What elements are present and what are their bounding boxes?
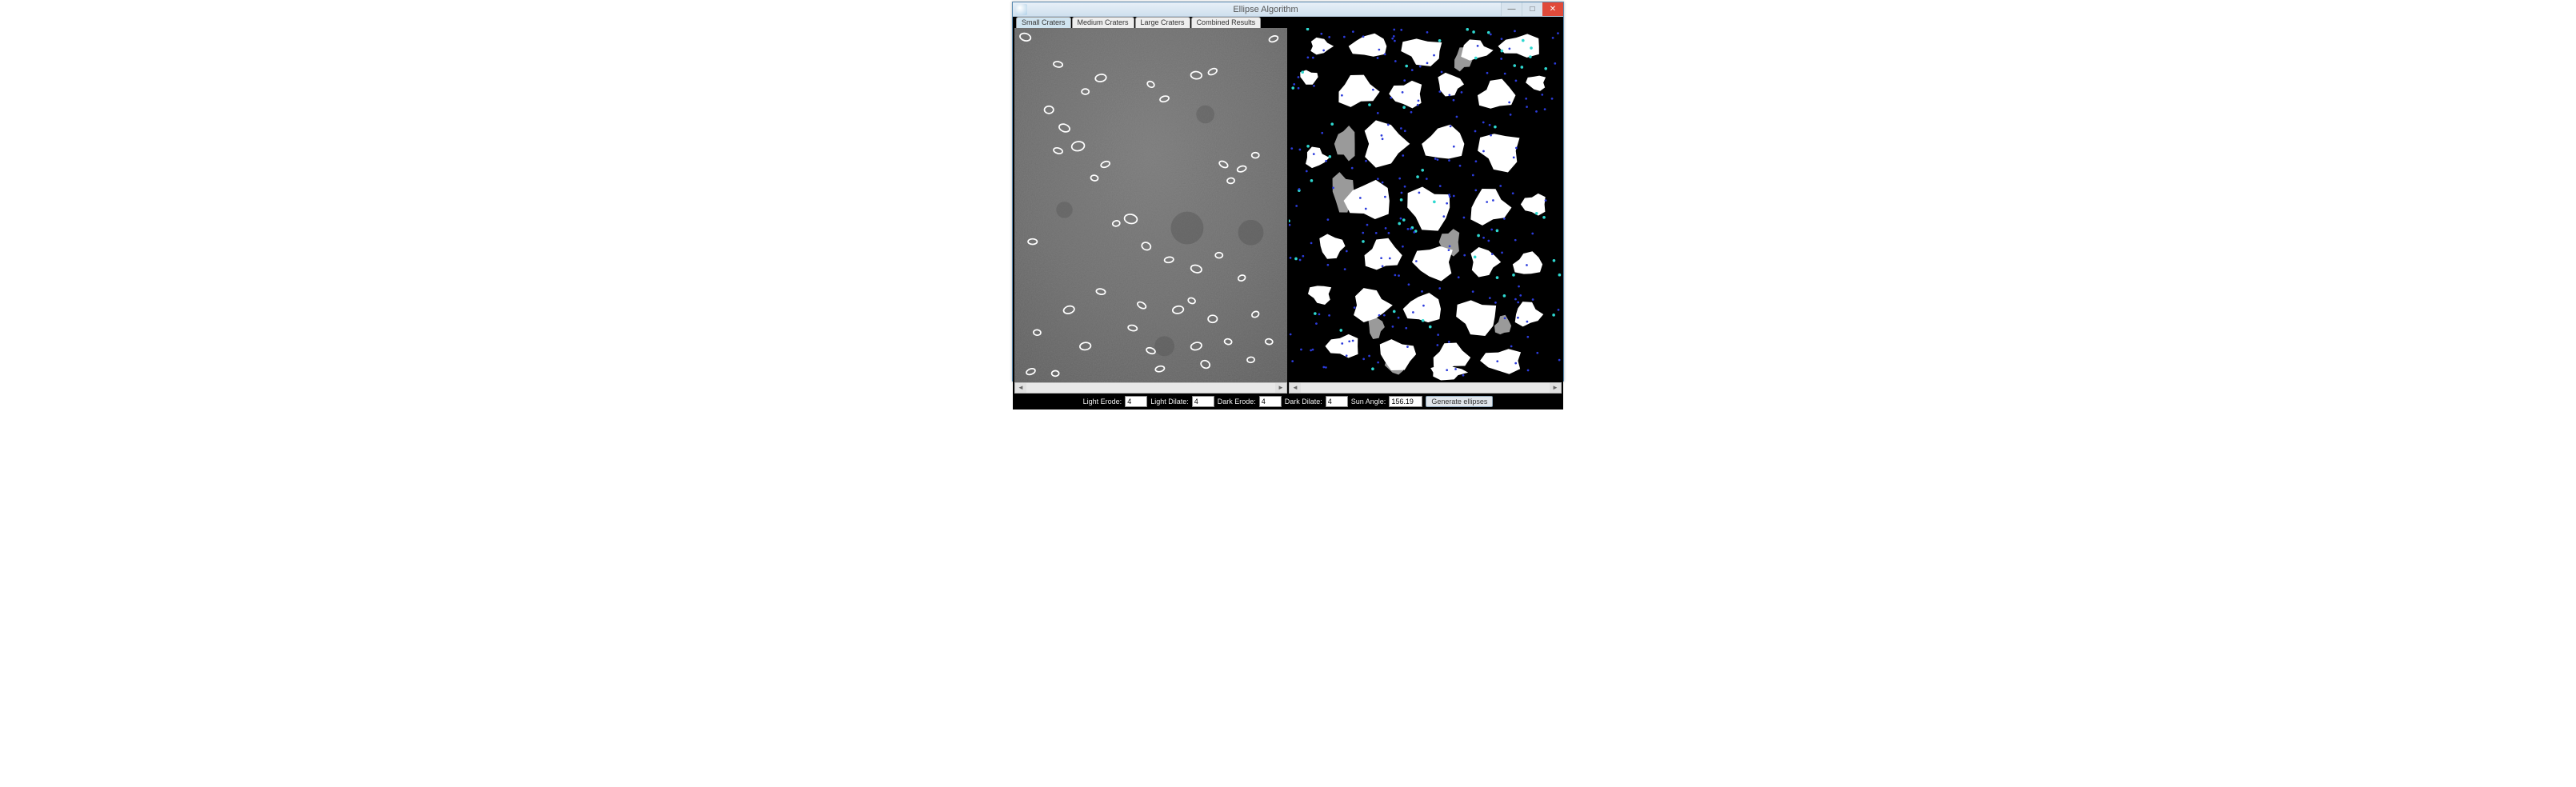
scroll-right-arrow-icon[interactable]: ►	[1275, 383, 1286, 393]
sun-angle-input[interactable]	[1389, 396, 1422, 407]
right-scrollbar[interactable]: ◄ ►	[1289, 382, 1562, 394]
tabs-row: Small Craters Medium Craters Large Crate…	[1013, 17, 1563, 28]
left-canvas	[1014, 28, 1287, 382]
maximize-button[interactable]: □	[1522, 2, 1542, 16]
app-icon	[1016, 4, 1027, 15]
left-panel: ◄ ►	[1014, 28, 1287, 394]
light-dilate-label: Light Dilate:	[1150, 397, 1189, 405]
scroll-left-arrow-icon[interactable]: ◄	[1015, 383, 1026, 393]
light-erode-input[interactable]	[1125, 396, 1147, 407]
right-canvas-wrap[interactable]	[1289, 28, 1562, 382]
left-scrollbar[interactable]: ◄ ►	[1014, 382, 1287, 394]
tab-large-craters[interactable]: Large Craters	[1135, 17, 1190, 28]
sun-angle-label: Sun Angle:	[1351, 397, 1386, 405]
minimize-button[interactable]: —	[1501, 2, 1522, 16]
tab-small-craters[interactable]: Small Craters	[1016, 17, 1071, 28]
dark-dilate-input[interactable]	[1326, 396, 1348, 407]
bottom-bar: Light Erode: Light Dilate: Dark Erode: D…	[1013, 394, 1563, 409]
dark-erode-label: Dark Erode:	[1218, 397, 1256, 405]
light-erode-label: Light Erode:	[1083, 397, 1122, 405]
generate-ellipses-button[interactable]: Generate ellipses	[1426, 396, 1493, 407]
title-bar: Ellipse Algorithm — □ ✕	[1013, 2, 1563, 17]
scroll-right-arrow-icon[interactable]: ►	[1550, 383, 1561, 393]
dark-dilate-label: Dark Dilate:	[1285, 397, 1322, 405]
tab-medium-craters[interactable]: Medium Craters	[1072, 17, 1134, 28]
app-window: Ellipse Algorithm — □ ✕ Small Craters Me…	[1012, 2, 1564, 382]
right-panel: ◄ ►	[1289, 28, 1562, 394]
left-canvas-wrap[interactable]	[1014, 28, 1287, 382]
window-title: Ellipse Algorithm	[1030, 5, 1501, 14]
tab-combined-results[interactable]: Combined Results	[1191, 17, 1262, 28]
panels: ◄ ► ◄ ►	[1013, 28, 1563, 394]
dark-erode-input[interactable]	[1259, 396, 1282, 407]
scroll-left-arrow-icon[interactable]: ◄	[1290, 383, 1301, 393]
light-dilate-input[interactable]	[1192, 396, 1214, 407]
right-canvas	[1289, 28, 1562, 382]
window-controls: — □ ✕	[1501, 2, 1563, 16]
close-button[interactable]: ✕	[1542, 2, 1563, 16]
content-area: ◄ ► ◄ ►	[1013, 28, 1563, 409]
